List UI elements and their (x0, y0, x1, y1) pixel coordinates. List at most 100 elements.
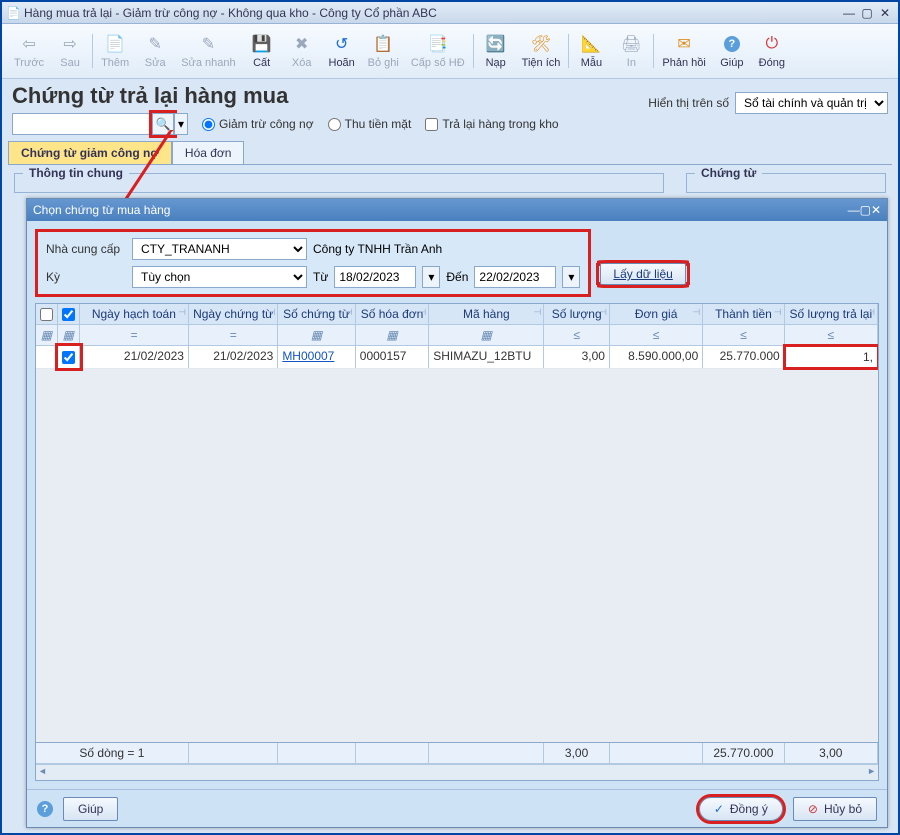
col-item[interactable]: Mã hàng⊣ (429, 304, 544, 324)
col-qty[interactable]: Số lượng⊣ (544, 304, 610, 324)
row-checkbox[interactable] (58, 346, 80, 368)
cancel-icon: ⊘ (808, 802, 818, 816)
from-date-input[interactable] (334, 266, 416, 288)
invoice-no-icon: 📑 (427, 33, 449, 55)
filter-docno[interactable]: ▦ (278, 325, 355, 345)
unpost-button[interactable]: 📋Bỏ ghi (362, 33, 405, 69)
filter-retqty[interactable]: ≤ (785, 325, 878, 345)
col-price[interactable]: Đơn giá⊣ (610, 304, 703, 324)
template-button[interactable]: 📐Mẫu (571, 33, 611, 69)
close-button-toolbar[interactable]: ⏻Đóng (752, 33, 792, 69)
cell-price: 8.590.000,00 (610, 346, 703, 368)
defer-button[interactable]: ↺Hoãn (322, 33, 362, 69)
refresh-icon: 🔄 (485, 33, 507, 55)
fetch-button[interactable]: Lấy dữ liệu (600, 263, 685, 285)
opt-giamtru[interactable]: Giảm trừ công nợ (202, 117, 314, 131)
app-icon: 📄 (6, 6, 20, 20)
cell-invno: 0000157 (356, 346, 429, 368)
to-date-input[interactable] (474, 266, 556, 288)
nav-next-button[interactable]: ⇨Sau (50, 33, 90, 69)
search-button[interactable]: 🔍 (152, 113, 174, 135)
cell-docdate: 21/02/2023 (189, 346, 278, 368)
printer-icon: 🖨 (620, 33, 642, 55)
arrow-left-icon: ⇦ (18, 33, 40, 55)
filter-invno[interactable]: ▦ (356, 325, 429, 345)
from-label: Từ (313, 270, 328, 284)
utilities-button[interactable]: 🛠Tiện ích (516, 33, 567, 69)
select-purchase-voucher-dialog: Chọn chứng từ mua hàng — ▢ ✕ Nhà cung cấ… (26, 198, 888, 828)
trash-icon: ✖ (291, 33, 313, 55)
cancel-button[interactable]: ⊘Hủy bỏ (793, 797, 877, 821)
opt-thutienmat[interactable]: Thu tiền mặt (328, 117, 412, 131)
minimize-button[interactable]: — (840, 6, 858, 20)
window-title: Hàng mua trả lại - Giảm trừ công nợ - Kh… (24, 6, 840, 20)
supplier-name: Công ty TNHH Trần Anh (313, 242, 442, 256)
mail-icon: ✉ (673, 33, 695, 55)
feedback-button[interactable]: ✉Phản hồi (656, 33, 711, 69)
col-retqty[interactable]: Số lượng trả lại⊣ (785, 304, 878, 324)
cell-qty: 3,00 (544, 346, 610, 368)
dialog-minimize[interactable]: — (848, 203, 860, 217)
dialog-close[interactable]: ✕ (871, 203, 881, 217)
col-postdate[interactable]: Ngày hạch toán⊣ (80, 304, 189, 324)
check-icon: ✓ (714, 802, 724, 816)
search-dropdown[interactable]: ▾ (174, 113, 188, 135)
search-input[interactable] (12, 113, 152, 135)
cell-return-qty-input[interactable]: 1, (785, 346, 878, 368)
quick-edit-icon: ✎ (197, 33, 219, 55)
save-button[interactable]: 💾Cất (242, 33, 282, 69)
period-select[interactable]: Tùy chọn (132, 266, 307, 288)
horizontal-scrollbar[interactable] (36, 764, 878, 780)
from-date-picker[interactable]: ▾ (422, 266, 440, 288)
unpost-icon: 📋 (372, 33, 394, 55)
filter-item[interactable]: ▦ (429, 325, 544, 345)
save-icon: 💾 (251, 33, 273, 55)
tools-icon: 🛠 (530, 33, 552, 55)
filter-qty[interactable]: ≤ (544, 325, 610, 345)
display-on-select[interactable]: Sổ tài chính và quản trị (735, 92, 888, 114)
nav-prev-button[interactable]: ⇦Trước (8, 33, 50, 69)
tab-hoadon[interactable]: Hóa đơn (172, 141, 245, 164)
filter-postdate[interactable]: = (80, 325, 189, 345)
filter-icon[interactable]: ▦ (41, 328, 52, 342)
maximize-button[interactable]: ▢ (858, 6, 876, 20)
cell-docno[interactable]: MH00007 (278, 346, 355, 368)
load-button[interactable]: 🔄Nạp (476, 33, 516, 69)
edit-button[interactable]: ✎Sửa (135, 33, 175, 69)
assign-no-button[interactable]: 📑Cấp số HĐ (405, 33, 471, 69)
dialog-title: Chọn chứng từ mua hàng (33, 203, 170, 217)
supplier-select[interactable]: CTY_TRANANH (132, 238, 307, 260)
close-window-button[interactable]: ✕ (876, 6, 894, 20)
opt-tralaihang[interactable]: Trả lại hàng trong kho (425, 117, 558, 131)
undo-icon: ↺ (331, 33, 353, 55)
print-button[interactable]: 🖨In (611, 33, 651, 69)
col-invno[interactable]: Số hóa đơn⊣ (356, 304, 429, 324)
dialog-help-button[interactable]: Giúp (63, 797, 118, 821)
help-icon: ? (37, 801, 53, 817)
col-check-header[interactable] (58, 304, 80, 324)
col-amount[interactable]: Thành tiền⊣ (703, 304, 784, 324)
help-button-toolbar[interactable]: ?Giúp (712, 33, 752, 69)
main-toolbar: ⇦Trước ⇨Sau 📄Thêm ✎Sửa ✎Sửa nhanh 💾Cất ✖… (2, 24, 898, 79)
dialog-maximize[interactable]: ▢ (860, 203, 871, 217)
row-count-label: Số dòng = 1 (36, 743, 189, 763)
col-select-all[interactable] (36, 304, 58, 324)
cell-postdate: 21/02/2023 (80, 346, 189, 368)
add-button[interactable]: 📄Thêm (95, 33, 135, 69)
filter-price[interactable]: ≤ (610, 325, 703, 345)
quick-edit-button[interactable]: ✎Sửa nhanh (175, 33, 241, 69)
sum-amount: 25.770.000 (703, 743, 784, 763)
delete-button[interactable]: ✖Xóa (282, 33, 322, 69)
table-row[interactable]: 21/02/2023 21/02/2023 MH00007 0000157 SH… (36, 346, 878, 369)
filter-amount[interactable]: ≤ (703, 325, 784, 345)
to-date-picker[interactable]: ▾ (562, 266, 580, 288)
tab-chungtu[interactable]: Chứng từ giảm công nợ (8, 141, 172, 164)
ok-button[interactable]: ✓Đồng ý (699, 797, 783, 821)
col-docno[interactable]: Số chứng từ⊣ (278, 304, 355, 324)
purchase-grid: Ngày hạch toán⊣ Ngày chứng từ⊣ Số chứng … (35, 303, 879, 781)
filter-icon[interactable]: ▦ (63, 328, 74, 342)
help-icon: ? (721, 33, 743, 55)
filter-docdate[interactable]: = (189, 325, 278, 345)
col-docdate[interactable]: Ngày chứng từ⊣ (189, 304, 278, 324)
supplier-label: Nhà cung cấp (46, 242, 126, 256)
